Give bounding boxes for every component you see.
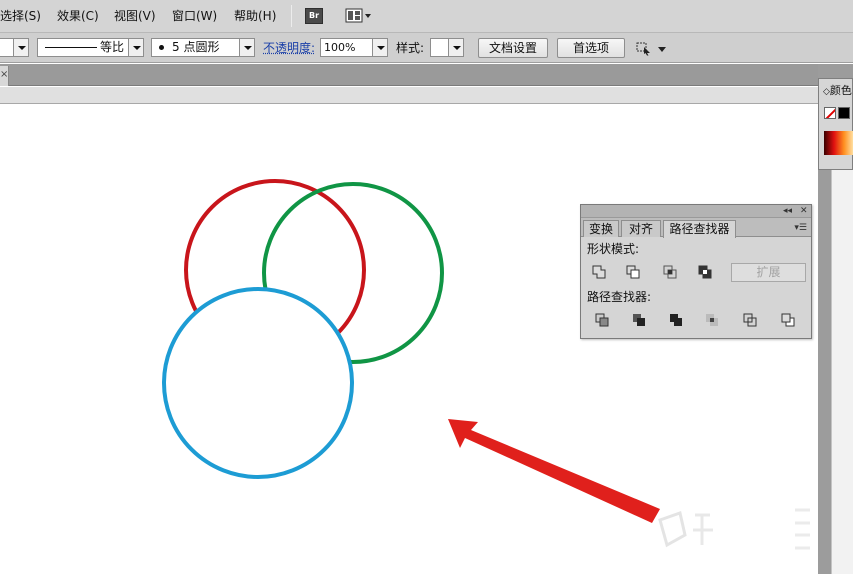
- shape-modes-label: 形状模式:: [587, 242, 640, 256]
- tab-pathfinder[interactable]: 路径查找器: [663, 220, 736, 238]
- tab-align[interactable]: 对齐: [621, 220, 661, 237]
- menu-separator: [291, 5, 292, 27]
- opacity-dropdown[interactable]: 100%: [320, 38, 388, 57]
- minus-front-icon[interactable]: [626, 265, 640, 279]
- unite-icon[interactable]: [592, 265, 606, 279]
- menu-view[interactable]: 视图(V): [114, 8, 156, 24]
- stroke-black-swatch[interactable]: [838, 107, 850, 119]
- intersect-icon[interactable]: [663, 265, 677, 279]
- pathfinder-panel: ◂◂ ✕ 变换 对齐 路径查找器 ▾☰ 形状模式: 扩展 路径查找器:: [580, 204, 812, 339]
- panel-tab-bar: 变换 对齐 路径查找器 ▾☰: [581, 218, 811, 238]
- outline-icon[interactable]: [743, 313, 757, 327]
- workspace-layout-icon[interactable]: [345, 8, 373, 24]
- watermark-logo: [658, 508, 810, 550]
- menu-help[interactable]: 帮助(H): [234, 8, 276, 24]
- divide-icon[interactable]: [595, 313, 609, 327]
- minus-back-icon[interactable]: [781, 313, 795, 327]
- ruler-strip: [0, 87, 821, 104]
- brush-dropdown[interactable]: 5 点圆形: [151, 38, 255, 57]
- artboard-canvas[interactable]: [0, 105, 831, 574]
- preferences-button[interactable]: 首选项: [557, 38, 625, 58]
- document-setup-button[interactable]: 文档设置: [478, 38, 548, 58]
- tab-transform[interactable]: 变换: [583, 220, 619, 237]
- dropdown-arrow-icon: [448, 39, 463, 56]
- style-label: 样式:: [396, 41, 425, 55]
- dropdown-arrow-icon: [239, 39, 254, 56]
- control-menu-arrow-icon[interactable]: [658, 47, 666, 52]
- merge-icon[interactable]: [669, 313, 683, 327]
- opacity-label[interactable]: 不透明度:: [263, 41, 315, 56]
- close-panel-icon[interactable]: ✕: [800, 205, 808, 217]
- stroke-profile-dropdown[interactable]: 等比: [37, 38, 144, 57]
- style-dropdown[interactable]: [430, 38, 464, 57]
- control-bar: 等比 5 点圆形 不透明度: 100% 样式: 文档设置 首选项: [0, 33, 853, 63]
- opacity-value[interactable]: 100%: [324, 40, 355, 55]
- collapse-panel-icon[interactable]: ◂◂: [783, 205, 792, 217]
- color-panel-title[interactable]: ◇颜色: [823, 82, 852, 98]
- dock-scroll-area: [831, 170, 853, 574]
- blue-circle[interactable]: [162, 287, 354, 479]
- stroke-profile-value: 等比: [100, 40, 125, 54]
- menu-effect[interactable]: 效果(C): [57, 8, 99, 24]
- dropdown-arrow-icon: [372, 39, 387, 56]
- exclude-icon[interactable]: [698, 265, 712, 279]
- trim-icon[interactable]: [632, 313, 646, 327]
- expand-button[interactable]: 扩展: [731, 263, 806, 282]
- brush-dot-icon: [159, 45, 164, 50]
- stroke-line-icon: [45, 47, 97, 48]
- dropdown-arrow-icon: [13, 39, 28, 56]
- pin-icon[interactable]: [636, 42, 652, 56]
- fill-stroke-dropdown[interactable]: [0, 38, 29, 57]
- collapse-arrows-icon[interactable]: ◇: [823, 87, 830, 97]
- pathfinders-label: 路径查找器:: [587, 290, 652, 304]
- annotation-arrow: [448, 419, 660, 523]
- menu-window[interactable]: 窗口(W): [172, 8, 217, 24]
- brush-value: 5 点圆形: [172, 40, 220, 54]
- panel-menu-icon[interactable]: ▾☰: [794, 223, 807, 233]
- crop-icon[interactable]: [705, 313, 719, 327]
- bridge-button[interactable]: Br: [305, 8, 323, 24]
- menu-bar: 选择(S) 效果(C) 视图(V) 窗口(W) 帮助(H) Br: [0, 0, 853, 33]
- dropdown-arrow-icon: [128, 39, 143, 56]
- document-tab-close-icon[interactable]: ×: [0, 66, 9, 86]
- panel-title-bar[interactable]: ◂◂ ✕: [581, 205, 811, 218]
- document-tab-strip: ×: [0, 64, 821, 86]
- menu-select[interactable]: 选择(S): [0, 8, 41, 24]
